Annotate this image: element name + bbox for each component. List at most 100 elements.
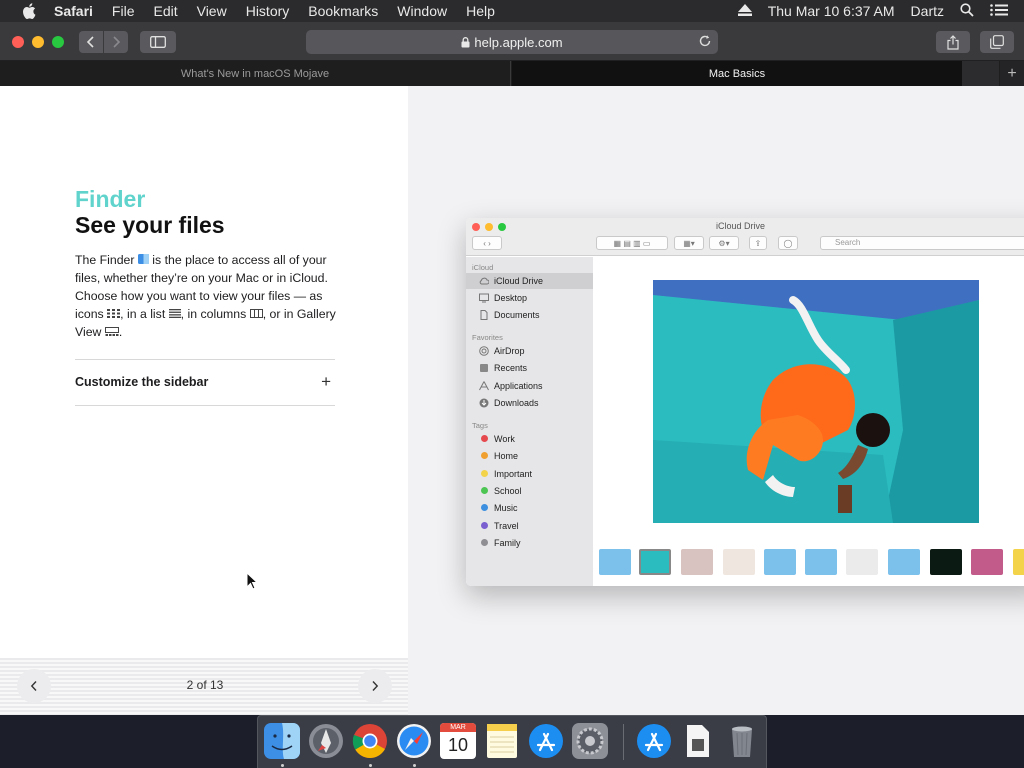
next-slide-button[interactable]: [358, 669, 392, 703]
gallery-view-icon: [104, 327, 119, 336]
chrome-dock-icon[interactable]: [352, 723, 388, 759]
column-view-icon: [249, 309, 263, 318]
chevron-left-icon: [86, 36, 94, 48]
sidebar-section-favorites: Favorites: [472, 333, 503, 342]
menu-history[interactable]: History: [246, 3, 290, 19]
safari-dock-icon[interactable]: [396, 723, 432, 759]
launchpad-dock-icon[interactable]: [308, 723, 344, 759]
menu-edit[interactable]: Edit: [153, 3, 177, 19]
previous-slide-button[interactable]: [17, 669, 51, 703]
show-all-tabs-button[interactable]: [980, 31, 1014, 53]
zoom-window-button[interactable]: [52, 36, 64, 48]
sidebar-item-label: Documents: [494, 310, 540, 320]
running-indicator: [413, 764, 416, 767]
tab-bar: What's New in macOS Mojave Mac Basics +: [0, 61, 1024, 86]
tag-label: Music: [494, 503, 518, 513]
thumbnail-photo: [723, 549, 755, 575]
sidebar-item-label: AirDrop: [494, 346, 525, 356]
divider: [75, 359, 335, 360]
finder-search-field: Search: [820, 236, 1024, 250]
close-window-button[interactable]: [12, 36, 24, 48]
sidebar-item-label: Applications: [494, 381, 543, 391]
sidebar-toggle-button[interactable]: [140, 31, 176, 53]
minimize-window-button[interactable]: [32, 36, 44, 48]
tag-dot: [481, 452, 488, 459]
address-bar[interactable]: help.apple.com: [306, 30, 718, 54]
tab-bar-spacer: [962, 61, 999, 86]
calendar-day: 10: [447, 735, 469, 755]
app-store-dock-icon[interactable]: [528, 723, 564, 759]
chevron-right-icon: [113, 36, 121, 48]
tag-dot: [481, 470, 488, 477]
thumbnail-folder: [599, 549, 631, 575]
menu-bar: Safari File Edit View History Bookmarks …: [0, 0, 1024, 22]
sidebar-section-icloud: iCloud: [472, 263, 494, 272]
slide-counter: 2 of 13: [186, 678, 224, 692]
spotlight-search-icon[interactable]: [960, 2, 974, 20]
gallery-thumbnail-strip: [593, 545, 1024, 579]
forward-button[interactable]: [104, 31, 128, 53]
menu-file[interactable]: File: [112, 3, 135, 19]
downloads-icon: [479, 398, 489, 408]
reload-icon[interactable]: [698, 34, 712, 51]
browser-toolbar: help.apple.com: [0, 22, 1024, 61]
document-stack-icon[interactable]: [680, 723, 716, 759]
sidebar-item-airdrop: AirDrop: [466, 343, 593, 359]
tag-dot: [481, 539, 488, 546]
url-text: help.apple.com: [474, 34, 563, 50]
downloads-stack-icon[interactable]: [636, 723, 672, 759]
body-text-4: , in columns: [180, 307, 250, 321]
apple-menu-icon[interactable]: [20, 0, 38, 22]
tag-label: Important: [494, 469, 533, 479]
system-preferences-dock-icon[interactable]: [572, 723, 608, 759]
menu-help[interactable]: Help: [466, 3, 495, 19]
back-button[interactable]: [79, 31, 103, 53]
finder-titlebar: iCloud Drive ‹ › ▦ ▤ ▥ ▭ ▦▾ ⚙▾ ⇪ ◯ Searc…: [466, 218, 1024, 256]
customize-sidebar-accordion[interactable]: Customize the sidebar +: [75, 371, 335, 393]
document-icon: [480, 310, 488, 320]
body-text-1: The Finder: [75, 253, 138, 267]
clock[interactable]: Thu Mar 10 6:37 AM: [768, 3, 895, 19]
tag-dot: [481, 504, 488, 511]
tag-dot: [481, 522, 488, 529]
sidebar-tag-home: Home: [466, 448, 593, 464]
app-menu-safari[interactable]: Safari: [54, 3, 93, 19]
menu-view[interactable]: View: [197, 3, 227, 19]
notes-dock-icon[interactable]: [484, 723, 520, 759]
tag-dot: [481, 435, 488, 442]
menu-window[interactable]: Window: [397, 3, 447, 19]
calendar-dock-icon[interactable]: MAR 10: [440, 723, 476, 759]
tab-mac-basics[interactable]: Mac Basics: [512, 61, 962, 86]
calendar-month: MAR: [440, 723, 476, 732]
icon-view-icon: [107, 309, 121, 318]
eject-icon[interactable]: [737, 3, 752, 19]
finder-zoom-dot: [498, 223, 506, 231]
chevron-left-icon: [30, 681, 37, 691]
notification-center-icon[interactable]: [990, 3, 1008, 19]
finder-dock-icon[interactable]: [264, 723, 300, 759]
finder-share-button: ⇪: [749, 236, 767, 250]
finder-title: iCloud Drive: [716, 221, 766, 231]
sidebar-section-tags: Tags: [472, 421, 488, 430]
trash-icon[interactable]: [724, 723, 760, 759]
mouse-cursor-icon: [246, 572, 258, 590]
user-menu[interactable]: Dartz: [911, 3, 944, 19]
airdrop-icon: [479, 346, 489, 356]
menu-bookmarks[interactable]: Bookmarks: [308, 3, 378, 19]
dock: MAR 10: [257, 715, 767, 768]
section-eyebrow: Finder: [75, 186, 146, 212]
sidebar-item-icloud-drive: iCloud Drive: [466, 273, 593, 289]
finder-gallery-view: [593, 257, 1024, 586]
page-title: See your files: [75, 212, 225, 238]
share-button[interactable]: [936, 31, 970, 53]
illustration-panel: iCloud Drive ‹ › ▦ ▤ ▥ ▭ ▦▾ ⚙▾ ⇪ ◯ Searc…: [408, 86, 1024, 715]
sidebar-item-downloads: Downloads: [466, 395, 593, 411]
tab-whats-new-mojave[interactable]: What's New in macOS Mojave: [0, 61, 511, 86]
thumbnail-folder: [888, 549, 920, 575]
sidebar-tag-important: Important: [466, 466, 593, 482]
finder-inline-icon: [137, 254, 149, 264]
tag-dot: [481, 487, 488, 494]
body-text-6: .: [118, 325, 123, 339]
new-tab-button[interactable]: +: [1000, 61, 1024, 86]
plus-icon[interactable]: +: [321, 372, 331, 392]
